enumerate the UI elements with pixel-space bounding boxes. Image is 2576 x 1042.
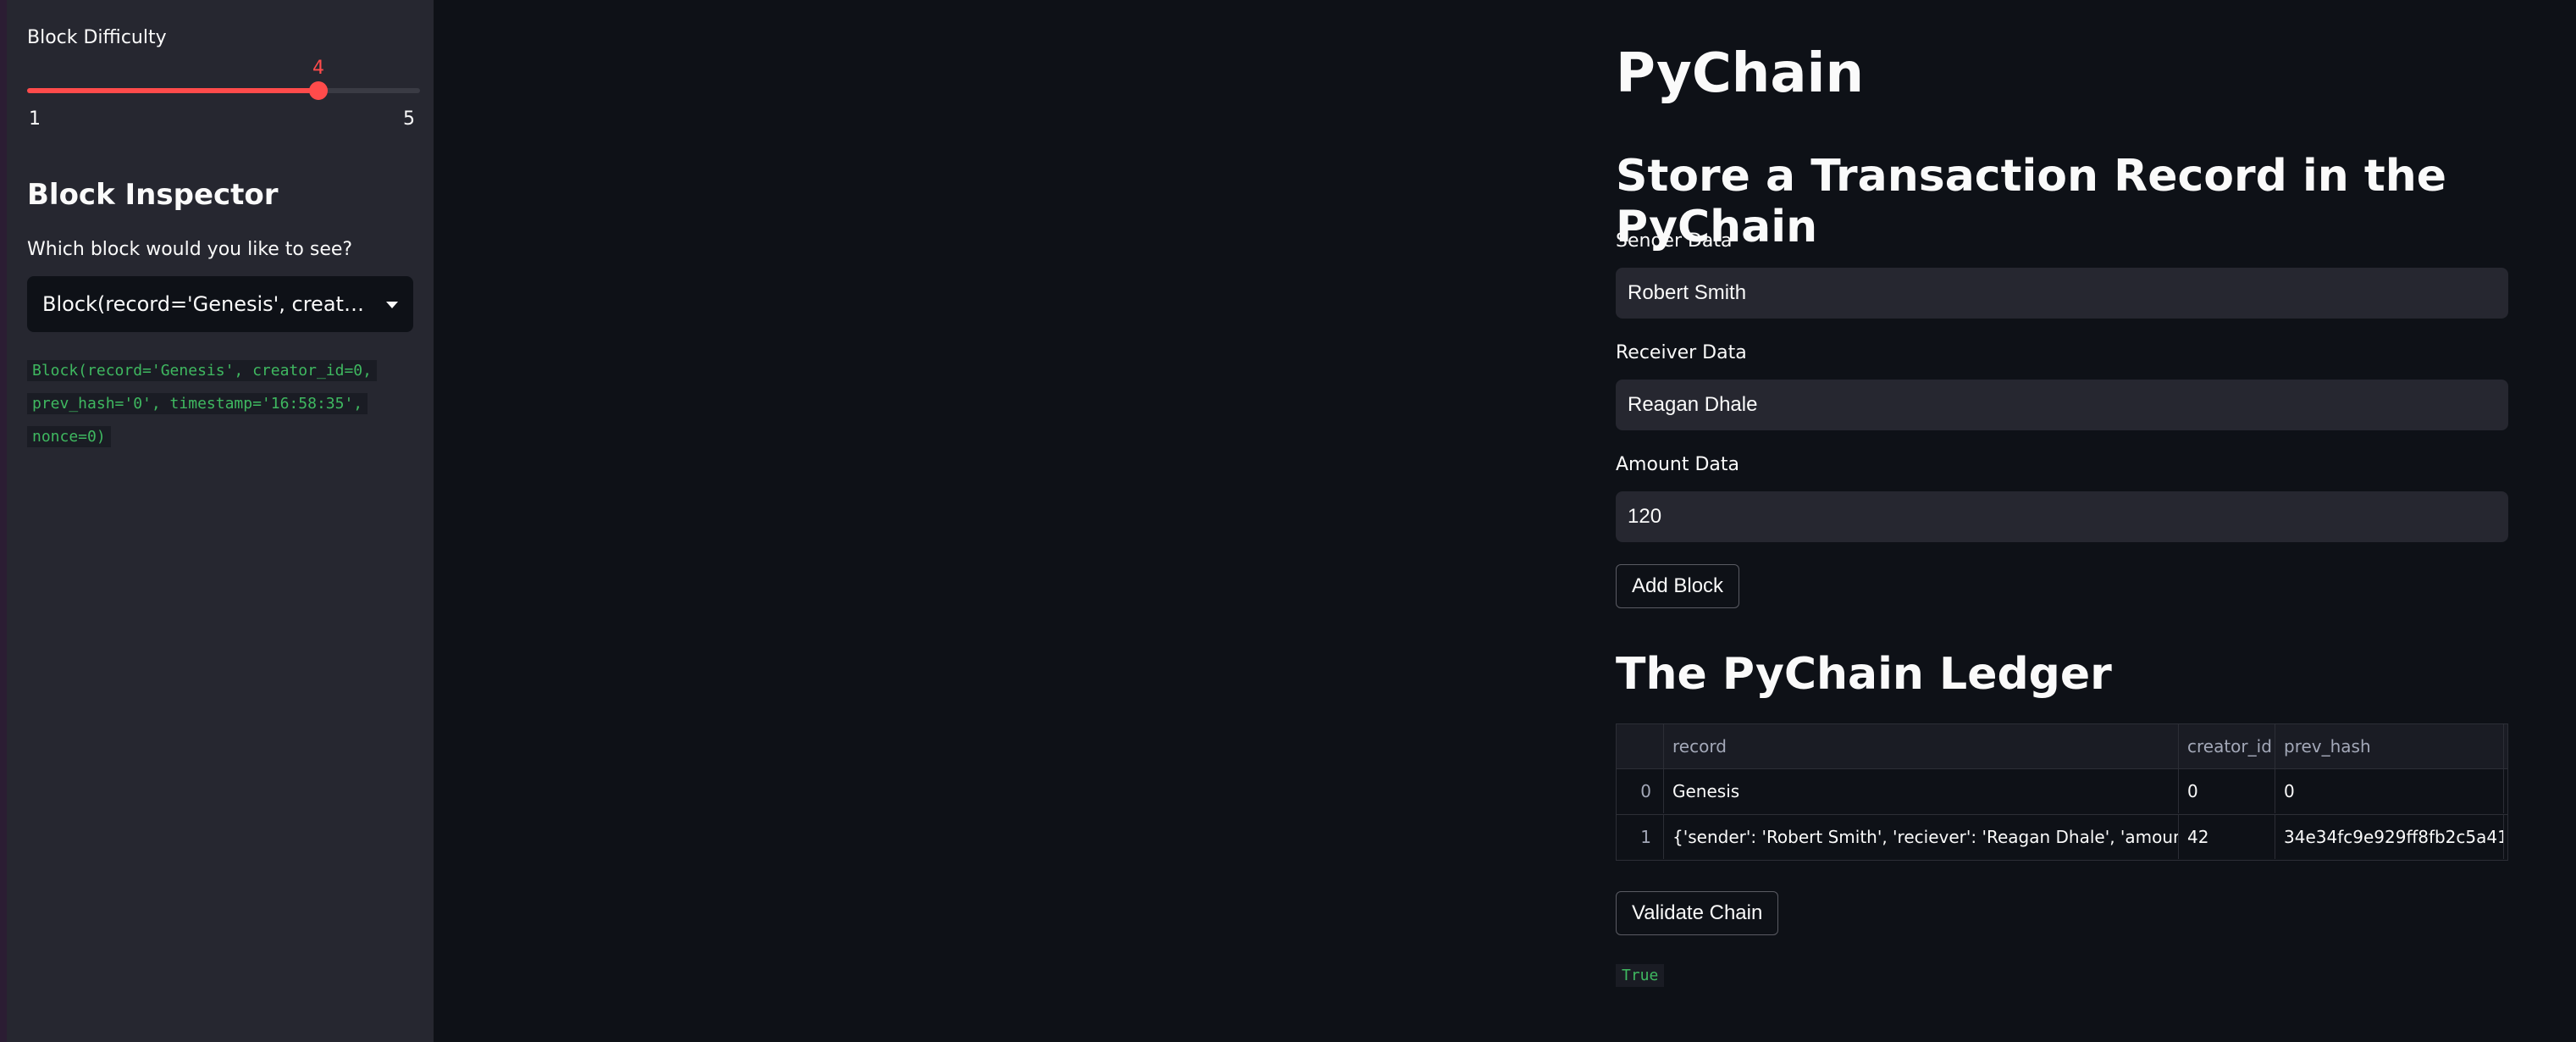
chevron-down-icon[interactable] [386, 302, 398, 308]
block-select[interactable]: Block(record='Genesis', creator_id=0, pr… [27, 276, 413, 332]
sidebar: Block Difficulty 4 1 5 Block Inspector W… [7, 0, 434, 1042]
row-index: 0 [1617, 769, 1664, 813]
table-row[interactable]: 1 {'sender': 'Robert Smith', 'reciever':… [1617, 814, 2507, 859]
difficulty-max: 5 [403, 108, 415, 130]
ledger-heading: The PyChain Ledger [1616, 649, 2112, 700]
block-select-label: Which block would you like to see? [27, 239, 353, 260]
creator-id-cell[interactable]: 42 [2179, 815, 2275, 859]
amount-input[interactable] [1616, 491, 2508, 542]
difficulty-slider-value: 4 [312, 58, 324, 79]
receiver-input[interactable] [1616, 380, 2508, 430]
window-edge [0, 0, 7, 1042]
add-block-button[interactable]: Add Block [1616, 564, 1740, 608]
difficulty-slider-thumb[interactable] [309, 81, 328, 100]
table-row[interactable]: 0 Genesis 0 0 [1617, 768, 2507, 813]
prev-hash-cell[interactable]: 0 [2275, 769, 2504, 813]
row-index: 1 [1617, 815, 1664, 859]
table-header-row: record creator_id prev_hash [1617, 724, 2507, 768]
difficulty-min: 1 [29, 108, 41, 130]
record-cell[interactable]: {'sender': 'Robert Smith', 'reciever': '… [1664, 815, 2179, 859]
sender-label: Sender Data [1616, 230, 1733, 252]
table-header-creator-id[interactable]: creator_id [2179, 724, 2275, 768]
block-output-text: Block(record='Genesis', creator_id=0, pr… [27, 360, 377, 447]
block-json-output: Block(record='Genesis', creator_id=0, pr… [27, 354, 400, 453]
form-heading: Store a Transaction Record in the PyChai… [1616, 151, 2447, 252]
prev-hash-cell[interactable]: 34e34fc9e929ff8fb2c5a41cde8 [2275, 815, 2504, 859]
difficulty-slider-track[interactable] [27, 88, 420, 93]
receiver-label: Receiver Data [1616, 342, 1747, 363]
table-header-index [1617, 724, 1664, 768]
difficulty-slider-fill [27, 88, 318, 93]
difficulty-label: Block Difficulty [27, 27, 167, 48]
block-select-value: Block(record='Genesis', creator_id=0, pr… [42, 292, 368, 316]
block-inspector-heading: Block Inspector [27, 178, 279, 212]
page-title: PyChain [1616, 42, 1865, 105]
validation-result: True [1616, 964, 1665, 987]
creator-id-cell[interactable]: 0 [2179, 769, 2275, 813]
sender-input[interactable] [1616, 268, 2508, 319]
table-header-record[interactable]: record [1664, 724, 2179, 768]
ledger-table[interactable]: record creator_id prev_hash 0 Genesis 0 … [1616, 723, 2508, 861]
amount-label: Amount Data [1616, 454, 1739, 475]
record-cell[interactable]: Genesis [1664, 769, 2179, 813]
table-header-prev-hash[interactable]: prev_hash [2275, 724, 2504, 768]
validate-chain-button[interactable]: Validate Chain [1616, 891, 1779, 935]
